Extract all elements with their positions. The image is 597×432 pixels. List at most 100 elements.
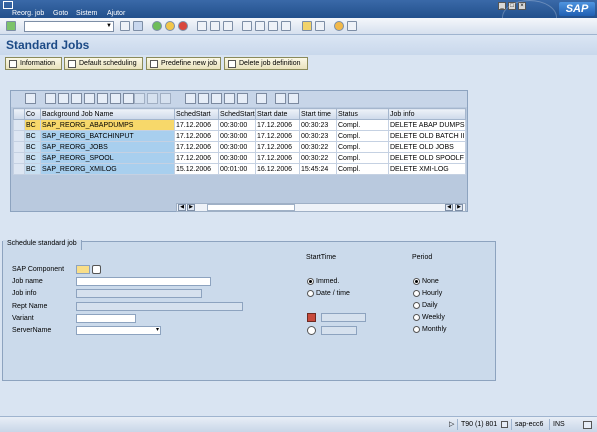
table-cell: SAP_REORG_JOBS bbox=[40, 141, 175, 153]
command-field[interactable]: ▼ bbox=[24, 21, 114, 32]
table-cell: 17.12.2006 bbox=[174, 119, 219, 131]
chevron-down-icon[interactable]: ▼ bbox=[105, 22, 113, 31]
scroll-right-icon[interactable]: ▶ bbox=[187, 204, 195, 211]
export-icon[interactable] bbox=[211, 93, 222, 104]
sort-descending-icon[interactable] bbox=[58, 93, 69, 104]
scroll-right-end-icon[interactable]: ▶ bbox=[455, 204, 463, 211]
value-help-icon[interactable] bbox=[92, 265, 101, 274]
find-next-in-grid-icon[interactable] bbox=[97, 93, 108, 104]
period-hourly-radio[interactable] bbox=[413, 290, 420, 297]
table-cell: 00:01:00 bbox=[218, 163, 256, 175]
save-icon[interactable] bbox=[133, 21, 143, 31]
find-next-icon[interactable] bbox=[223, 21, 233, 31]
table-cell: 00:30:23 bbox=[299, 130, 337, 142]
print-icon[interactable] bbox=[197, 21, 207, 31]
find-in-grid-icon[interactable] bbox=[84, 93, 95, 104]
job-name-field[interactable] bbox=[76, 277, 211, 286]
choose-layout-icon[interactable] bbox=[224, 93, 235, 104]
delete-job-definition-button[interactable]: Delete job definition bbox=[224, 57, 308, 70]
job-info-icon[interactable] bbox=[256, 93, 267, 104]
subtotal-icon[interactable] bbox=[147, 93, 158, 104]
period-weekly-radio[interactable] bbox=[413, 314, 420, 321]
column-header[interactable]: Status bbox=[336, 108, 389, 120]
create-session-icon[interactable] bbox=[302, 21, 312, 31]
select-all-icon[interactable] bbox=[13, 108, 25, 120]
menu-sistem[interactable]: Sistem bbox=[76, 10, 97, 17]
sap-component-field[interactable] bbox=[76, 265, 90, 274]
column-header[interactable]: Co bbox=[24, 108, 41, 120]
average-icon[interactable] bbox=[160, 93, 171, 104]
information-button[interactable]: Information bbox=[5, 57, 62, 70]
row-selector[interactable] bbox=[13, 119, 25, 131]
views-icon[interactable] bbox=[198, 93, 209, 104]
resize-grip-icon[interactable] bbox=[583, 421, 592, 429]
row-selector[interactable] bbox=[13, 152, 25, 164]
clock-icon[interactable] bbox=[307, 326, 316, 335]
delete-row-icon[interactable] bbox=[288, 93, 299, 104]
sort-ascending-icon[interactable] bbox=[45, 93, 56, 104]
column-header[interactable]: SchedStart bbox=[174, 108, 219, 120]
scroll-left-end-icon[interactable]: ◀ bbox=[445, 204, 453, 211]
row-selector[interactable] bbox=[13, 130, 25, 142]
menu-reorg-job[interactable]: Reorg. job bbox=[12, 10, 44, 17]
print-preview-icon[interactable] bbox=[185, 93, 196, 104]
period-monthly-radio[interactable] bbox=[413, 326, 420, 333]
immediate-radio[interactable] bbox=[307, 278, 314, 285]
next-page-icon[interactable] bbox=[268, 21, 278, 31]
table-cell: 17.12.2006 bbox=[255, 130, 300, 142]
server-info: sap-ecc6 bbox=[511, 419, 547, 430]
default-scheduling-button[interactable]: Default scheduling bbox=[64, 57, 143, 70]
date-time-radio[interactable] bbox=[307, 290, 314, 297]
expand-status-icon[interactable]: ▷ bbox=[449, 420, 454, 428]
delete-filter-icon[interactable] bbox=[123, 93, 134, 104]
table-row[interactable]: BC SAP_REORG_SPOOL 17.12.2006 00:30:00 1… bbox=[13, 152, 466, 164]
refresh-icon[interactable] bbox=[275, 93, 286, 104]
variant-field[interactable] bbox=[76, 314, 136, 323]
help-icon[interactable] bbox=[334, 21, 344, 31]
server-name-field[interactable]: ▾ bbox=[76, 326, 161, 335]
previous-page-icon[interactable] bbox=[255, 21, 265, 31]
column-header[interactable]: SchedStart bbox=[218, 108, 256, 120]
table-row[interactable]: BC SAP_REORG_BATCHINPUT 17.12.2006 00:30… bbox=[13, 130, 466, 142]
cancel-icon[interactable] bbox=[178, 21, 188, 31]
last-page-icon[interactable] bbox=[281, 21, 291, 31]
session-icon[interactable] bbox=[501, 421, 508, 428]
horizontal-scrollbar[interactable]: ◀ ▶ ◀ ▶ bbox=[176, 203, 466, 212]
system-info[interactable]: T90 (1) 801 bbox=[457, 419, 499, 430]
menu-ajutor[interactable]: Ajutor bbox=[107, 10, 125, 17]
enter-icon[interactable] bbox=[6, 21, 16, 31]
row-selector[interactable] bbox=[13, 163, 25, 175]
set-filter-icon[interactable] bbox=[110, 93, 121, 104]
filter-icon[interactable] bbox=[71, 93, 82, 104]
calendar-icon[interactable] bbox=[307, 313, 316, 322]
back-arrow-icon[interactable] bbox=[120, 21, 130, 31]
app-menu-icon[interactable] bbox=[3, 1, 13, 9]
find-icon[interactable] bbox=[210, 21, 220, 31]
period-none-radio[interactable] bbox=[413, 278, 420, 285]
menu-goto[interactable]: Goto bbox=[53, 10, 68, 17]
row-selector[interactable] bbox=[13, 141, 25, 153]
table-row[interactable]: BC SAP_REORG_ABAPDUMPS 17.12.2006 00:30:… bbox=[13, 119, 466, 131]
column-header[interactable]: Start date bbox=[255, 108, 300, 120]
period-daily-radio[interactable] bbox=[413, 302, 420, 309]
predefine-new-job-button[interactable]: Predefine new job bbox=[146, 57, 221, 70]
back-icon[interactable] bbox=[152, 21, 162, 31]
column-header[interactable]: Background Job Name bbox=[40, 108, 175, 120]
details-icon[interactable] bbox=[25, 93, 36, 104]
shortcut-icon[interactable] bbox=[315, 21, 325, 31]
first-page-icon[interactable] bbox=[242, 21, 252, 31]
table-row[interactable]: BC SAP_REORG_JOBS 17.12.2006 00:30:00 17… bbox=[13, 141, 466, 153]
sum-icon[interactable] bbox=[134, 93, 145, 104]
input-mode[interactable]: INS bbox=[549, 419, 569, 430]
column-header[interactable]: Job info bbox=[388, 108, 466, 120]
column-header[interactable]: Start time bbox=[299, 108, 337, 120]
save-layout-icon[interactable] bbox=[237, 93, 248, 104]
layout-menu-icon[interactable] bbox=[347, 21, 357, 31]
scroll-left-icon[interactable]: ◀ bbox=[178, 204, 186, 211]
table-cell: Compl. bbox=[336, 152, 389, 164]
table-row[interactable]: BC SAP_REORG_XMILOG 15.12.2006 00:01:00 … bbox=[13, 163, 466, 175]
exit-icon[interactable] bbox=[165, 21, 175, 31]
scrollbar-thumb[interactable] bbox=[207, 204, 295, 211]
start-date-field bbox=[321, 313, 366, 322]
dropdown-icon[interactable]: ▾ bbox=[156, 326, 159, 333]
